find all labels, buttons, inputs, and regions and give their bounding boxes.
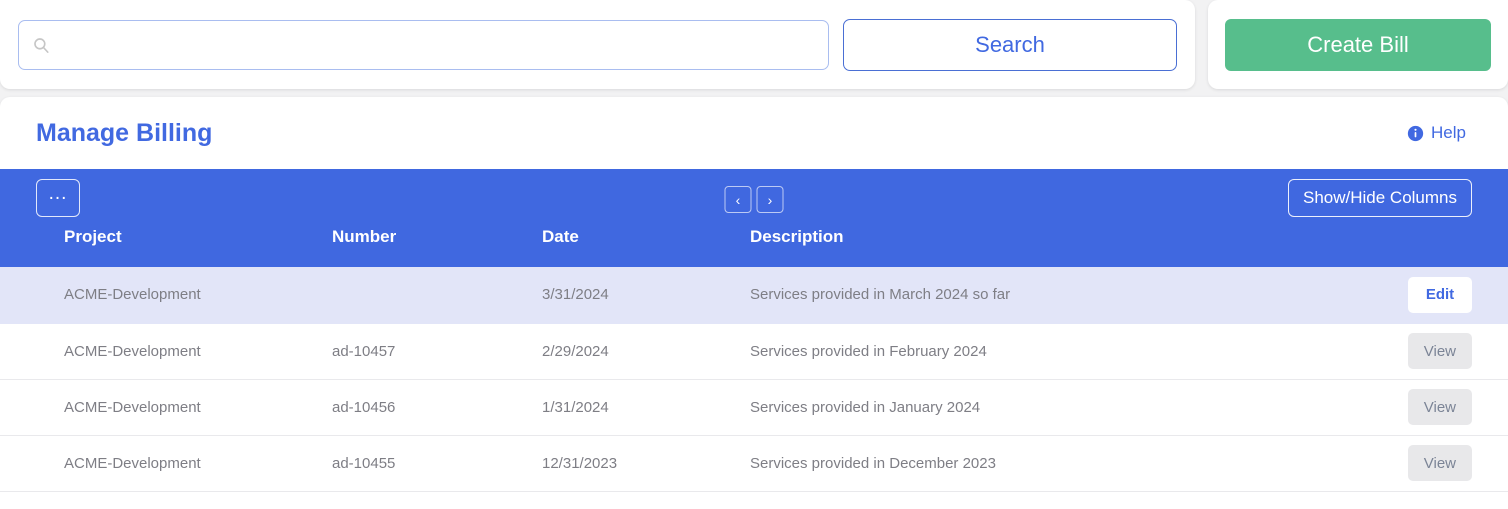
cell-actions: View (1296, 435, 1508, 492)
cell-date: 2/29/2024 (542, 323, 750, 380)
table-header-region: ... ‹ › Show/Hide Columns Project Number… (0, 169, 1508, 509)
more-options-button[interactable]: ... (36, 179, 80, 217)
table-row[interactable]: ACME-Development ad-10457 2/29/2024 Service… (0, 323, 1508, 380)
row-view-button[interactable]: View (1407, 333, 1472, 369)
cell-description (750, 491, 1296, 509)
pagination-controls: ‹ › (724, 186, 784, 213)
row-edit-button[interactable]: Edit (1408, 276, 1472, 313)
panel-header: Manage Billing Help (0, 97, 1508, 169)
column-header-project[interactable]: Project (0, 227, 332, 267)
cell-project: ACME-Development (0, 491, 332, 509)
cell-date: 3/31/2024 (542, 267, 750, 324)
create-bill-card: Create Bill (1208, 0, 1508, 89)
cell-description: Services provided in February 2024 (750, 323, 1296, 380)
table-row[interactable]: ACME-Development ad-10455 12/31/2023 Servic… (0, 435, 1508, 492)
show-hide-columns-button[interactable]: Show/Hide Columns (1287, 179, 1472, 217)
cell-description: Services provided in December 2023 (750, 435, 1296, 492)
search-input[interactable] (18, 19, 829, 70)
table-body: ACME-Development 3/31/2024 Services provid… (0, 267, 1508, 509)
search-card: Search (0, 0, 1195, 89)
row-view-button[interactable]: View (1407, 389, 1472, 425)
cell-description: Services provided in March 2024 so far (750, 267, 1296, 324)
table-row[interactable]: ACME-Development (0, 491, 1508, 509)
column-header-date[interactable]: Date (542, 227, 750, 267)
column-header-description[interactable]: Description (750, 227, 1296, 267)
cell-actions: View (1296, 379, 1508, 436)
cell-date: 12/31/2023 (542, 435, 750, 492)
column-header-actions (1296, 227, 1508, 267)
cell-number: ad-10457 (332, 323, 542, 380)
top-action-bar: Search Create Bill (0, 0, 1508, 92)
table-header-row: Project Number Date Description (0, 227, 1508, 267)
cell-project: ACME-Development (0, 379, 332, 436)
manage-billing-panel: Manage Billing Help ... ‹ › Show/Hide Co… (0, 97, 1508, 509)
cell-project: ACME-Development (0, 323, 332, 380)
table-toolbar: ... ‹ › Show/Hide Columns (0, 169, 1508, 227)
cell-actions (1296, 491, 1508, 509)
cell-number: ad-10456 (332, 379, 542, 436)
create-bill-button[interactable]: Create Bill (1225, 18, 1491, 71)
search-button[interactable]: Search (843, 18, 1177, 71)
cell-number: ad-10455 (332, 435, 542, 492)
cell-description: Services provided in January 2024 (750, 379, 1296, 436)
search-input-wrapper (18, 19, 829, 70)
table-row[interactable]: ACME-Development ad-10456 1/31/2024 Service… (0, 379, 1508, 436)
column-header-number[interactable]: Number (332, 227, 542, 267)
cell-number (332, 267, 542, 324)
cell-date: 1/31/2024 (542, 379, 750, 436)
cell-project: ACME-Development (0, 435, 332, 492)
cell-project: ACME-Development (0, 267, 332, 324)
info-circle-icon (1407, 125, 1424, 141)
cell-actions: Edit (1296, 267, 1508, 324)
previous-page-button[interactable]: ‹ (724, 186, 752, 213)
billing-table: Project Number Date Description ACME-Dev… (0, 227, 1508, 509)
row-view-button[interactable]: View (1407, 445, 1472, 481)
cell-actions: View (1296, 323, 1508, 380)
page-title: Manage Billing (36, 118, 213, 147)
help-label: Help (1431, 123, 1466, 142)
table-row[interactable]: ACME-Development 3/31/2024 Services provid… (0, 267, 1508, 324)
cell-number (332, 491, 542, 509)
cell-date (542, 491, 750, 509)
next-page-button[interactable]: › (756, 186, 784, 213)
help-link[interactable]: Help (1407, 123, 1466, 143)
